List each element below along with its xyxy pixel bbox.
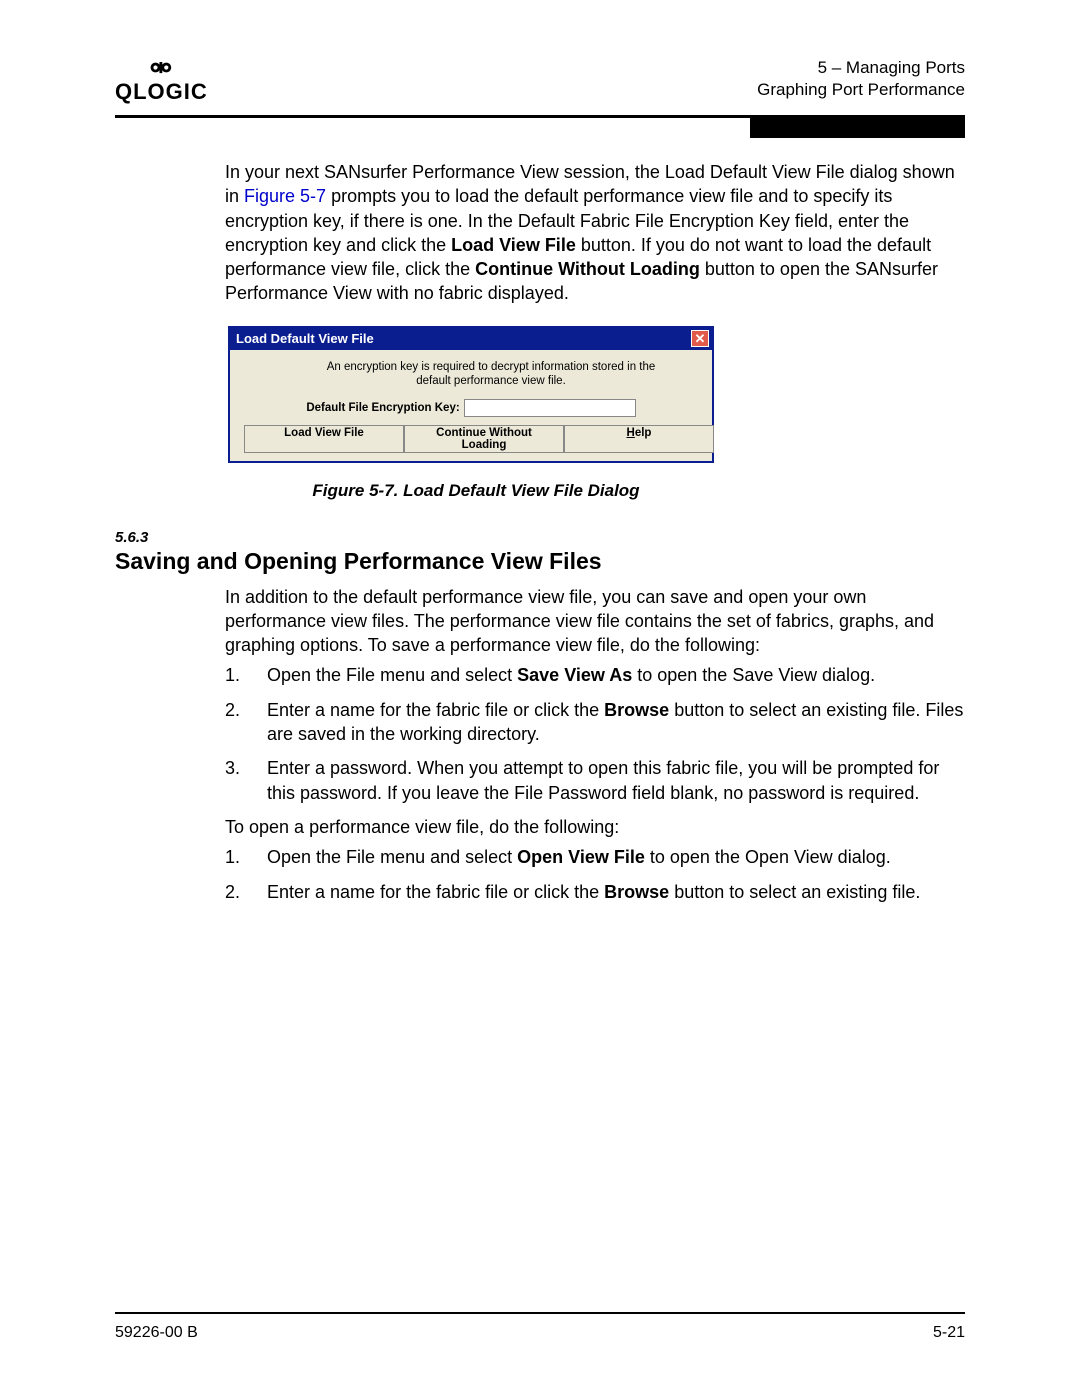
section-number: 5.6.3 (115, 529, 965, 546)
dialog-title-text: Load Default View File (236, 331, 374, 346)
figure-link[interactable]: Figure 5-7 (244, 186, 326, 206)
header-section: Graphing Port Performance (757, 79, 965, 101)
save-intro-paragraph: In addition to the default performance v… (225, 585, 965, 658)
open-intro-paragraph: To open a performance view file, do the … (225, 815, 965, 839)
list-item: 1. Open the File menu and select Save Vi… (225, 663, 965, 687)
save-steps-list: 1. Open the File menu and select Save Vi… (225, 663, 965, 804)
logo-glyph: ⚮ (115, 55, 208, 81)
header-black-bar (750, 118, 965, 138)
help-button[interactable]: Help (564, 425, 714, 453)
dialog-titlebar: Load Default View File ✕ (230, 328, 712, 350)
section-title: Saving and Opening Performance View File… (115, 548, 965, 575)
intro-paragraph: In your next SANsurfer Performance View … (225, 160, 965, 306)
list-item: 3. Enter a password. When you attempt to… (225, 756, 965, 805)
figure-caption: Figure 5-7. Load Default View File Dialo… (235, 481, 717, 501)
close-icon[interactable]: ✕ (691, 330, 709, 347)
logo-text: QLOGIC (115, 79, 208, 104)
open-steps-list: 1. Open the File menu and select Open Vi… (225, 845, 965, 904)
header-right: 5 – Managing Ports Graphing Port Perform… (757, 57, 965, 101)
page-footer: 59226-00 B 5-21 (115, 1312, 965, 1342)
list-item: 2. Enter a name for the fabric file or c… (225, 698, 965, 747)
logo: ⚮ QLOGIC (115, 55, 208, 103)
encryption-key-label: Default File Encryption Key: (306, 402, 459, 414)
header-chapter: 5 – Managing Ports (757, 57, 965, 79)
encryption-key-input[interactable] (464, 399, 636, 417)
load-view-file-button[interactable]: Load View File (244, 425, 404, 453)
dialog-message: An encryption key is required to decrypt… (320, 360, 662, 389)
footer-rule (115, 1312, 965, 1314)
list-item: 2. Enter a name for the fabric file or c… (225, 880, 965, 904)
load-default-view-dialog: Load Default View File ✕ An encryption k… (228, 326, 714, 463)
list-item: 1. Open the File menu and select Open Vi… (225, 845, 965, 869)
footer-doc-id: 59226-00 B (115, 1324, 198, 1342)
footer-page-number: 5-21 (933, 1324, 965, 1342)
continue-without-loading-button[interactable]: Continue Without Loading (404, 425, 564, 453)
page-header: ⚮ QLOGIC 5 – Managing Ports Graphing Por… (115, 55, 965, 111)
